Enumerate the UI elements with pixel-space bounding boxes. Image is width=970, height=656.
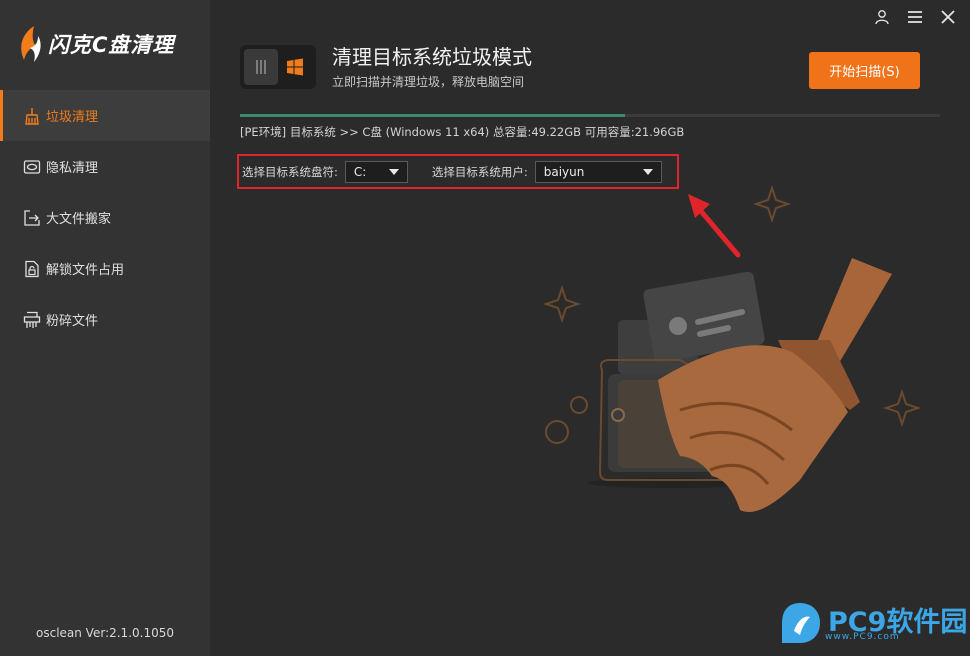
sidebar-item-unlock-file[interactable]: 解锁文件占用 [0, 243, 210, 294]
flame-logo-icon [21, 26, 41, 62]
sidebar-item-junk-clean[interactable]: 垃圾清理 [0, 90, 210, 141]
page-subtitle: 立即扫描并清理垃圾，释放电脑空间 [332, 75, 525, 89]
sidebar-item-label: 大文件搬家 [46, 212, 112, 227]
watermark-url: www.PC9.com [825, 632, 900, 642]
chevron-down-icon [642, 168, 653, 175]
user-value: baiyun [543, 164, 585, 179]
shredder-icon [22, 310, 42, 330]
drive-value: C: [353, 164, 367, 179]
mode-toggle[interactable] [240, 45, 316, 89]
watermark: PC9软件园 www.PC9.com [778, 601, 967, 645]
pc9-logo-icon [782, 603, 820, 643]
broom-illustration-icon [542, 184, 922, 512]
sidebar: 闪克C盘清理 垃圾清理 隐私清理 大文件搬家 解锁文件占用 粉碎文件 oscle… [0, 0, 210, 656]
start-scan-button[interactable]: 开始扫描(S) [809, 52, 920, 89]
user-label: 选择目标系统用户: [431, 164, 528, 179]
window-controls [865, 6, 964, 28]
page-title: 清理目标系统垃圾模式 [332, 45, 532, 69]
sidebar-nav: 垃圾清理 隐私清理 大文件搬家 解锁文件占用 粉碎文件 [0, 90, 210, 345]
pe-mode-icon[interactable] [244, 49, 278, 85]
sidebar-item-label: 解锁文件占用 [46, 263, 125, 278]
version-label: osclean Ver:2.1.0.1050 [36, 626, 174, 640]
app-logo: 闪克C盘清理 [16, 22, 174, 66]
windows-icon[interactable] [278, 49, 312, 85]
sidebar-item-large-file-move[interactable]: 大文件搬家 [0, 192, 210, 243]
unlock-file-icon [22, 259, 42, 279]
sidebar-item-label: 隐私清理 [46, 161, 99, 176]
menu-icon[interactable] [898, 6, 931, 28]
export-icon [22, 208, 42, 228]
progress-fill [240, 114, 625, 117]
sidebar-item-label: 粉碎文件 [46, 314, 99, 329]
sidebar-item-label: 垃圾清理 [46, 110, 99, 125]
chevron-down-icon [388, 168, 399, 175]
close-icon[interactable] [931, 6, 964, 28]
system-info: [PE环境] 目标系统 >> C盘 (Windows 11 x64) 总容量:4… [240, 125, 685, 139]
drive-label: 选择目标系统盘符: [242, 164, 338, 179]
sidebar-item-shred-file[interactable]: 粉碎文件 [0, 294, 210, 345]
user-icon[interactable] [865, 6, 898, 28]
broom-icon [22, 106, 42, 126]
scan-progress-bar [240, 114, 940, 117]
app-title: 闪克C盘清理 [48, 33, 175, 57]
drive-select[interactable]: C: [344, 160, 408, 183]
privacy-icon [22, 157, 42, 177]
sidebar-item-privacy-clean[interactable]: 隐私清理 [0, 141, 210, 192]
